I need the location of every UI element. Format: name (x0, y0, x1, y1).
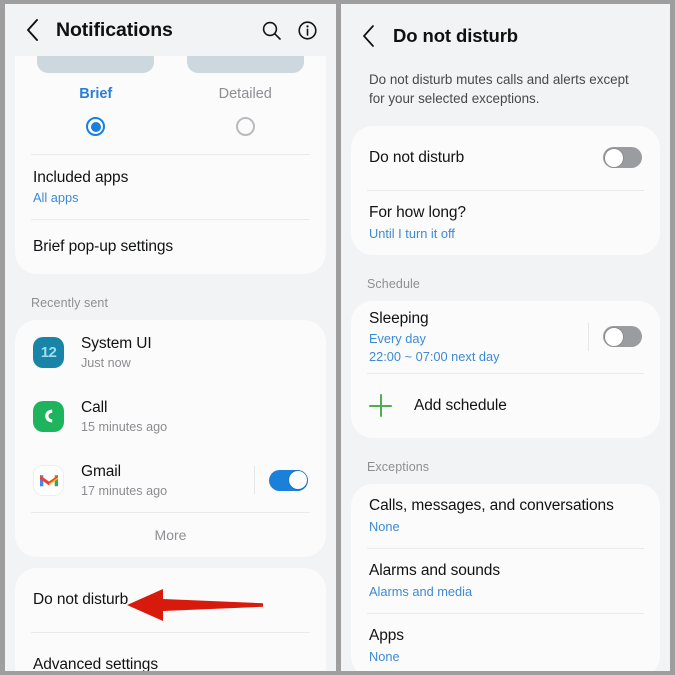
row-title: Included apps (33, 168, 129, 186)
row-for-how-long-text: For how long? Until I turn it off (369, 203, 642, 242)
row-sleeping-text: Sleeping Every day 22:00 ~ 07:00 next da… (369, 309, 588, 366)
do-not-disturb-toggle[interactable] (603, 147, 642, 169)
row-do-not-disturb[interactable]: Do not disturb (15, 568, 326, 632)
row-title: Brief pop-up settings (33, 238, 174, 256)
row-title: Alarms and sounds (369, 562, 500, 580)
list-item-text: Gmail 17 minutes ago (81, 462, 254, 498)
row-subtitle: All apps (33, 189, 79, 205)
row-title: Sleeping (369, 309, 429, 327)
row-title: Calls, messages, and conversations (369, 497, 614, 515)
dnd-description: Do not disturb mutes calls and alerts ex… (369, 72, 629, 107)
row-subtitle-time: 22:00 ~ 07:00 next day (369, 348, 500, 364)
section-label-schedule: Schedule (367, 276, 420, 291)
detailed-radio-button[interactable] (235, 117, 255, 136)
brief-preview-thumbnail (37, 56, 155, 73)
row-subtitle: None (369, 518, 400, 534)
row-subtitle: Until I turn it off (369, 225, 455, 241)
exceptions-card: Calls, messages, and conversations None … (351, 483, 660, 671)
style-option-brief-label: Brief (79, 86, 113, 102)
row-do-not-disturb-text: Do not disturb (369, 148, 603, 167)
row-sleeping-schedule[interactable]: Sleeping Every day 22:00 ~ 07:00 next da… (351, 301, 660, 373)
row-brief-popup-settings-text: Brief pop-up settings (33, 237, 308, 256)
more-button[interactable]: More (15, 513, 326, 557)
section-label-recently-sent: Recently sent (31, 296, 109, 310)
detailed-preview-thumbnail (186, 56, 304, 73)
style-option-brief[interactable]: Brief (21, 56, 171, 136)
brief-radio-button[interactable] (86, 117, 106, 136)
row-do-not-disturb-toggle[interactable]: Do not disturb (351, 126, 660, 190)
app-timestamp: 15 minutes ago (81, 420, 168, 435)
row-advanced-settings[interactable]: Advanced settings (15, 633, 326, 671)
row-do-not-disturb-text: Do not disturb (33, 590, 308, 609)
row-title: Do not disturb (33, 591, 129, 609)
row-add-schedule[interactable]: Add schedule (351, 374, 660, 438)
row-calls-messages-conversations[interactable]: Calls, messages, and conversations None (351, 484, 660, 548)
row-subtitle: None (369, 648, 400, 664)
section-label-exceptions: Exceptions (367, 459, 430, 474)
row-included-apps[interactable]: Included apps All apps (15, 155, 326, 219)
list-item-system-ui[interactable]: 12 System UI Just now (15, 320, 326, 384)
list-item-call[interactable]: Call 15 minutes ago (15, 384, 326, 448)
notifications-bottom-card: Do not disturb Advanced settings (15, 568, 326, 671)
plus-icon (369, 394, 392, 418)
app-name: Call (81, 398, 108, 416)
row-title: Apps (369, 627, 404, 645)
schedule-card: Sleeping Every day 22:00 ~ 07:00 next da… (351, 300, 660, 438)
style-option-detailed[interactable]: Detailed (171, 56, 321, 136)
list-item-gmail[interactable]: Gmail 17 minutes ago (15, 448, 326, 512)
screenshot-stage: Notifications Brief Detailed Included ap… (0, 0, 675, 675)
list-item-text: Call 15 minutes ago (81, 398, 308, 434)
notification-style-card: Brief Detailed Included apps All apps Br… (15, 56, 326, 274)
style-option-detailed-label: Detailed (218, 86, 272, 102)
notifications-panel: Notifications Brief Detailed Included ap… (5, 4, 336, 671)
toggle-separator (254, 466, 255, 494)
row-apps-text: Apps None (369, 626, 642, 665)
row-title: Advanced settings (33, 656, 158, 671)
back-icon[interactable] (355, 23, 381, 49)
sleeping-schedule-toggle[interactable] (603, 326, 642, 348)
gmail-notification-toggle[interactable] (269, 469, 308, 491)
row-alarms-and-sounds[interactable]: Alarms and sounds Alarms and media (351, 549, 660, 613)
dnd-header: Do not disturb (341, 4, 670, 68)
app-timestamp: Just now (81, 356, 131, 371)
system-ui-icon: 12 (33, 336, 64, 368)
back-icon[interactable] (19, 17, 45, 43)
page-title: Notifications (56, 18, 173, 41)
info-circle-icon[interactable] (292, 15, 322, 45)
do-not-disturb-panel: Do not disturb Do not disturb mutes call… (341, 4, 670, 671)
system-ui-icon-glyph: 12 (40, 343, 57, 361)
notifications-body: Brief Detailed Included apps All apps Br… (5, 56, 336, 671)
row-calls-text: Calls, messages, and conversations None (369, 496, 642, 535)
call-icon (33, 400, 64, 432)
add-schedule-label: Add schedule (414, 397, 507, 415)
row-brief-popup-settings[interactable]: Brief pop-up settings (15, 220, 326, 274)
notifications-header: Notifications (5, 4, 336, 56)
row-title: Do not disturb (369, 149, 465, 167)
row-subtitle: Alarms and media (369, 583, 473, 599)
page-title: Do not disturb (393, 25, 518, 46)
row-subtitle-days: Every day (369, 330, 426, 346)
search-icon[interactable] (256, 15, 286, 45)
row-title: For how long? (369, 204, 466, 222)
dnd-body: Do not disturb mutes calls and alerts ex… (341, 68, 670, 671)
row-apps[interactable]: Apps None (351, 614, 660, 671)
row-included-apps-text: Included apps All apps (33, 168, 308, 207)
row-for-how-long[interactable]: For how long? Until I turn it off (351, 191, 660, 255)
toggle-separator (588, 322, 589, 351)
row-alarms-text: Alarms and sounds Alarms and media (369, 561, 642, 600)
list-item-text: System UI Just now (81, 334, 308, 370)
dnd-main-card: Do not disturb For how long? Until I tur… (351, 125, 660, 255)
row-advanced-settings-text: Advanced settings (33, 655, 308, 671)
app-name: Gmail (81, 462, 121, 480)
style-selector: Brief Detailed (15, 56, 326, 136)
gmail-icon (33, 464, 64, 496)
app-timestamp: 17 minutes ago (81, 484, 168, 499)
app-name: System UI (81, 334, 152, 352)
recently-sent-card: 12 System UI Just now Call 15 minutes ag… (15, 320, 326, 557)
